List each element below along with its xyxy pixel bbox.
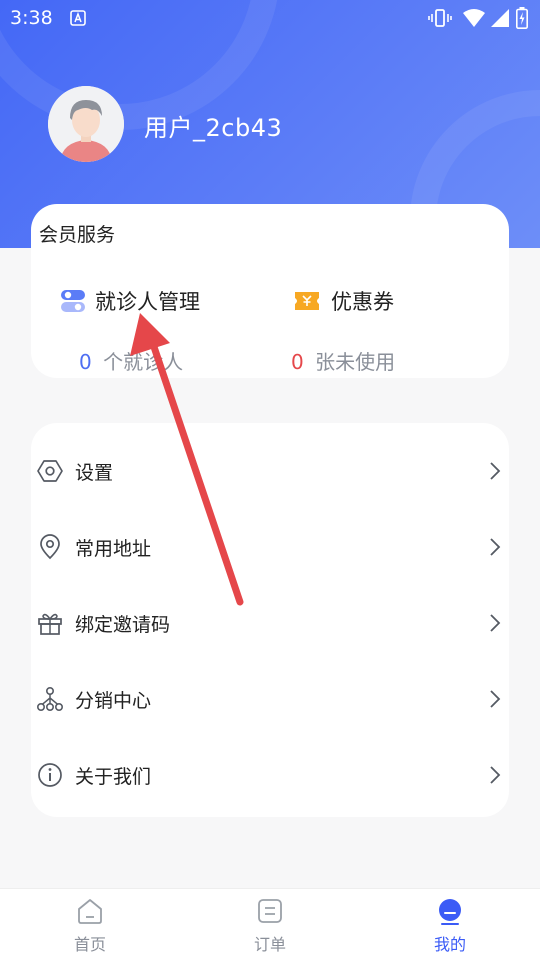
member-services-title: 会员服务: [39, 224, 116, 246]
chevron-right-icon: [490, 538, 501, 556]
info-icon: [38, 763, 62, 787]
member-services-card: 会员服务 就诊人管理 0 个就诊人 优惠券 0 张未使用: [31, 204, 509, 378]
patient-count-value: 0: [79, 350, 92, 374]
username: 用户_2cb43: [144, 114, 283, 142]
vibrate-icon: [428, 9, 452, 27]
order-icon: [258, 899, 282, 923]
patient-count[interactable]: 0 个就诊人: [79, 346, 183, 375]
location-icon: [40, 534, 60, 560]
coupon-button[interactable]: 优惠券: [293, 286, 394, 316]
gift-icon: [38, 613, 62, 635]
status-bar: 3:38: [0, 0, 540, 36]
tab-orders[interactable]: 订单: [210, 889, 330, 960]
tab-profile-label: 我的: [433, 935, 466, 954]
menu-label-address: 常用地址: [75, 537, 152, 560]
status-time: 3:38: [10, 7, 53, 29]
coupon-icon: [295, 292, 319, 310]
menu-card: 设置 常用地址 绑定邀请码 分销中心 关于我们: [31, 423, 509, 817]
home-icon: [78, 899, 102, 924]
settings-icon: [37, 460, 63, 482]
patient-management-label: 就诊人管理: [95, 290, 200, 314]
tab-home-label: 首页: [73, 935, 106, 954]
network-icon: [37, 686, 63, 711]
patient-management-button[interactable]: 就诊人管理: [61, 286, 200, 316]
patient-count-label: 个就诊人: [103, 350, 184, 374]
menu-item-invite-code[interactable]: 绑定邀请码: [31, 585, 509, 661]
chevron-right-icon: [490, 766, 501, 784]
bottom-tab-bar: 首页 订单 我的: [0, 888, 540, 960]
avatar[interactable]: [48, 86, 124, 162]
tab-orders-label: 订单: [253, 935, 286, 954]
menu-label-settings: 设置: [75, 461, 114, 484]
tab-profile[interactable]: 我的: [390, 889, 510, 960]
profile-icon: [439, 899, 461, 925]
tab-home[interactable]: 首页: [30, 889, 150, 960]
coupon-count-value: 0: [291, 350, 304, 374]
notification-a-icon: [70, 10, 86, 26]
menu-item-distribution[interactable]: 分销中心: [31, 661, 509, 737]
chevron-right-icon: [490, 690, 501, 708]
menu-item-settings[interactable]: 设置: [31, 433, 509, 509]
coupon-label: 优惠券: [331, 290, 394, 314]
menu-item-address[interactable]: 常用地址: [31, 509, 509, 585]
avatar-person-icon: [48, 86, 124, 162]
chevron-right-icon: [490, 614, 501, 632]
coupon-count[interactable]: 0 张未使用: [291, 346, 395, 375]
menu-label-invite-code: 绑定邀请码: [75, 613, 171, 636]
menu-item-about[interactable]: 关于我们: [31, 737, 509, 813]
menu-label-distribution: 分销中心: [75, 689, 152, 712]
chevron-right-icon: [490, 462, 501, 480]
signal-icon: [491, 9, 509, 27]
toggle-icon: [61, 290, 85, 312]
wifi-icon: [463, 9, 485, 27]
coupon-count-label: 张未使用: [315, 350, 396, 374]
menu-label-about: 关于我们: [75, 765, 152, 788]
battery-icon: [516, 7, 528, 29]
